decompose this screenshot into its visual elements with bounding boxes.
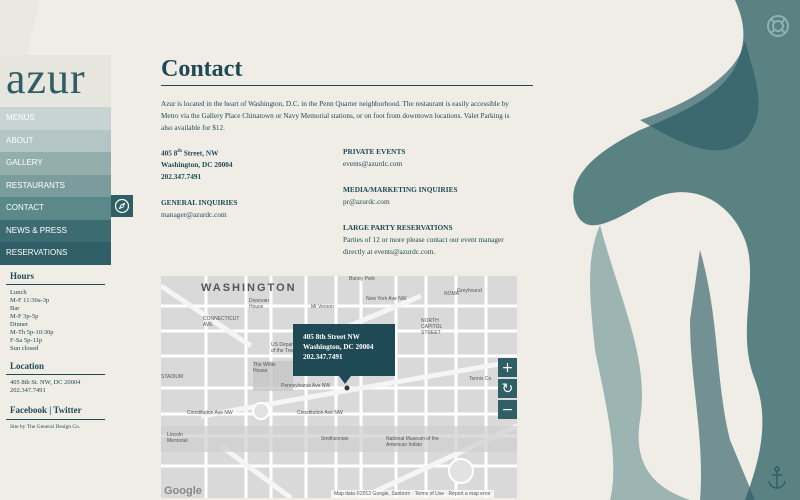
intro-paragraph: Azur is located in the heart of Washingt… bbox=[161, 100, 510, 132]
private-events-heading: PRIVATE EVENTS bbox=[343, 147, 406, 156]
map-label: Pennsylvania Ave NW bbox=[281, 383, 331, 389]
compass-icon bbox=[111, 195, 133, 217]
hours-line: Dinner bbox=[10, 320, 29, 328]
map-zoom-out-button[interactable]: − bbox=[498, 400, 517, 419]
map-label: New York Ave NW bbox=[366, 296, 407, 302]
hours-heading: Hours bbox=[6, 265, 105, 285]
hours-line: Bar bbox=[10, 304, 20, 312]
map-label: STADIUM bbox=[161, 374, 184, 380]
map-label: Constitution Ave NW bbox=[297, 410, 343, 416]
location-address: 405 8th St. NW, DC 20004 bbox=[10, 378, 81, 386]
hours-line: M-F 3p-5p bbox=[10, 312, 39, 320]
facebook-link[interactable]: Facebook bbox=[10, 405, 47, 415]
map-label: Tennis Co bbox=[469, 376, 492, 382]
nav-menus[interactable]: MENUS bbox=[0, 107, 111, 130]
site-credit[interactable]: Site by The General Design Co. bbox=[6, 420, 105, 434]
sidebar: azur MENUS ABOUT GALLERY RESTAURANTS CON… bbox=[0, 55, 111, 434]
map-streets bbox=[161, 276, 517, 498]
map-label: Lincoln Memorial bbox=[167, 432, 188, 444]
nav-contact[interactable]: CONTACT bbox=[0, 197, 111, 220]
location-heading: Location bbox=[6, 353, 105, 375]
nav-reservations[interactable]: RESERVATIONS bbox=[0, 242, 111, 265]
map-label: National Museum of the American Indian bbox=[386, 436, 439, 448]
contact-columns: 405 8th Street, NW Washington, DC 20004 … bbox=[161, 144, 533, 258]
hours-list: Lunch M-F 11:30a-3p Bar M-F 3p-5p Dinner… bbox=[6, 285, 105, 353]
logo[interactable]: azur bbox=[6, 55, 111, 103]
location-list: 405 8th St. NW, DC 20004 202.347.7491 bbox=[6, 375, 105, 395]
map-label: Donovan House bbox=[249, 298, 270, 310]
location-phone: 202.347.7491 bbox=[10, 386, 46, 394]
contact-content: Contact Azur is located in the heart of … bbox=[161, 55, 533, 258]
map-label: Mt Vernon bbox=[311, 304, 334, 310]
media-inquiries-email[interactable]: pr@azurdc.com bbox=[343, 196, 525, 208]
contact-col-left: 405 8th Street, NW Washington, DC 20004 … bbox=[161, 144, 343, 258]
map-info-phone: 202.347.7491 bbox=[303, 353, 343, 361]
lifebuoy-icon[interactable] bbox=[766, 14, 790, 43]
map-reset-button[interactable]: ↻ bbox=[498, 379, 517, 398]
map-label: NORTH CAPITOL STREET bbox=[421, 318, 443, 336]
main-nav: MENUS ABOUT GALLERY RESTAURANTS CONTACT … bbox=[0, 107, 111, 265]
google-logo[interactable]: Google bbox=[164, 485, 202, 497]
nav-restaurants[interactable]: RESTAURANTS bbox=[0, 174, 111, 197]
hours-line: Sun closed bbox=[10, 344, 39, 352]
hours-line: F-Sa 5p-11p bbox=[10, 336, 43, 344]
nav-about[interactable]: ABOUT bbox=[0, 129, 111, 152]
hours-line: M-F 11:30a-3p bbox=[10, 296, 50, 304]
anchor-icon bbox=[766, 466, 788, 495]
address-street: 405 8th Street, NW bbox=[161, 146, 343, 159]
logo-box: azur bbox=[0, 55, 111, 107]
map-city-label: WASHINGTON bbox=[201, 282, 297, 294]
media-inquiries-heading: MEDIA/MARKETING INQUIRIES bbox=[343, 185, 458, 194]
map-info-arrow bbox=[339, 376, 351, 384]
hours-line: Lunch bbox=[10, 288, 27, 296]
address-phone: 202.347.7491 bbox=[161, 172, 202, 182]
map-info-window: 405 8th Street NW Washington, DC 20004 2… bbox=[293, 324, 395, 376]
large-party-heading: LARGE PARTY RESERVATIONS bbox=[343, 223, 453, 232]
map-zoom-in-button[interactable]: + bbox=[498, 358, 517, 377]
private-events-email[interactable]: events@azurdc.com bbox=[343, 158, 525, 170]
twitter-link[interactable]: Twitter bbox=[53, 405, 81, 415]
contact-col-right: PRIVATE EVENTS events@azurdc.com MEDIA/M… bbox=[343, 144, 525, 258]
location-section: Location 405 8th St. NW, DC 20004 202.34… bbox=[6, 353, 105, 395]
page-title: Contact bbox=[161, 55, 533, 86]
large-party-text: Parties of 12 or more please contact our… bbox=[343, 235, 504, 256]
map-attribution[interactable]: Map data ©2013 Google, Sanborn · Terms o… bbox=[331, 490, 494, 498]
general-inquiries-email[interactable]: manager@azurdc.com bbox=[161, 209, 343, 221]
address-city: Washington, DC 20004 bbox=[161, 160, 233, 170]
map-info-city: Washington, DC 20004 bbox=[303, 343, 374, 351]
hours-section: Hours Lunch M-F 11:30a-3p Bar M-F 3p-5p … bbox=[6, 265, 105, 353]
nav-gallery[interactable]: GALLERY bbox=[0, 152, 111, 175]
map-label: CONNECTICUT AVE bbox=[203, 316, 240, 328]
map-label: Smithsonian bbox=[321, 436, 349, 442]
map-label: Bundy Park bbox=[349, 276, 375, 282]
map-label: Constitution Ave NW bbox=[187, 410, 233, 416]
street-name: Street, NW bbox=[181, 148, 219, 158]
nav-news-press[interactable]: NEWS & PRESS bbox=[0, 219, 111, 242]
map-label: Greyhound bbox=[457, 288, 482, 294]
location-map[interactable]: WASHINGTON Bundy Park Donovan House NOMA… bbox=[161, 276, 517, 498]
street-number: 405 8 bbox=[161, 148, 178, 158]
general-inquiries-heading: GENERAL INQUIRIES bbox=[161, 198, 238, 208]
hours-line: M-Th 5p-10:30p bbox=[10, 328, 54, 336]
map-label: The White House bbox=[253, 362, 276, 374]
social-section: Facebook | Twitter Site by The General D… bbox=[6, 395, 105, 434]
map-info-street: 405 8th Street NW bbox=[303, 333, 360, 341]
social-links: Facebook | Twitter bbox=[6, 395, 105, 420]
